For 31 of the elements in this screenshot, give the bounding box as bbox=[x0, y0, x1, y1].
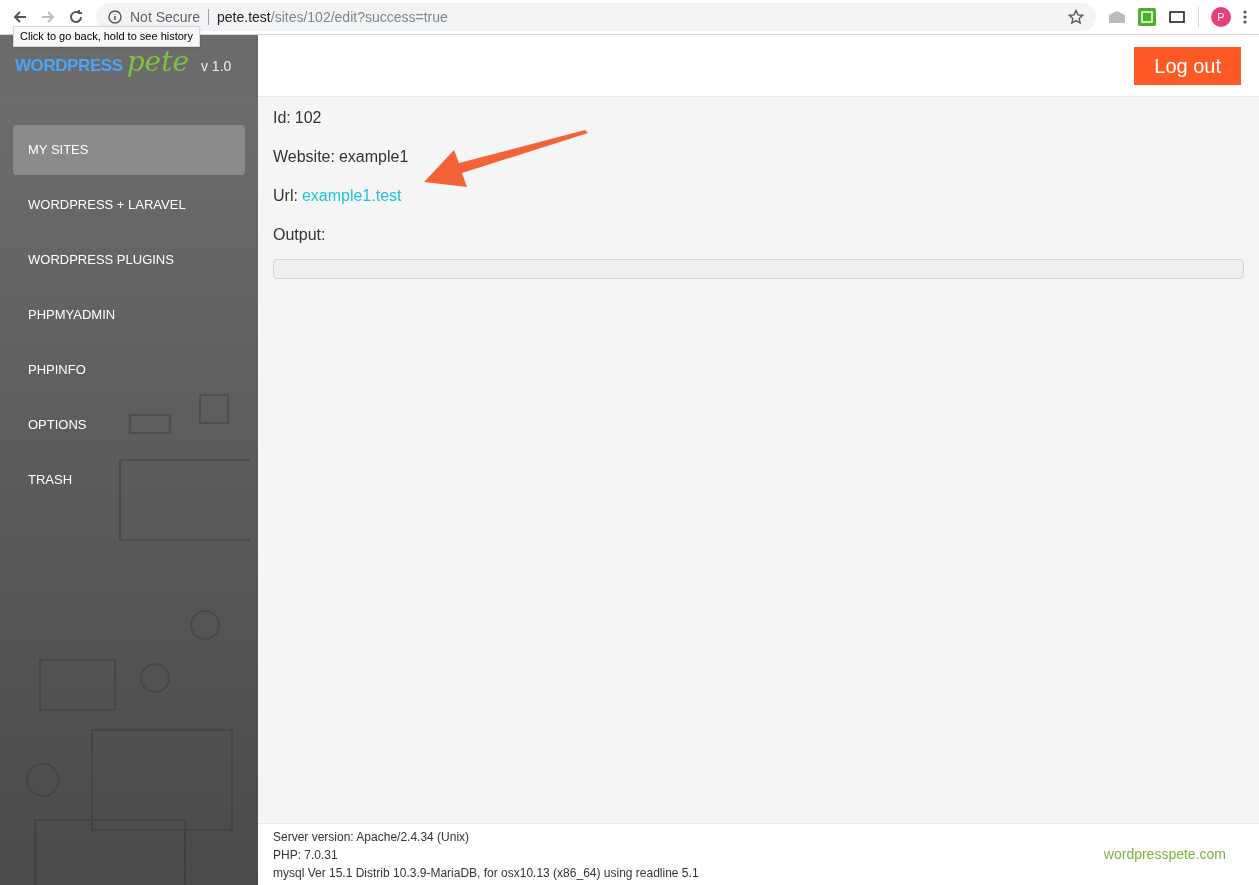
sidebar-item[interactable]: PHPINFO bbox=[13, 345, 245, 395]
sidebar-item[interactable]: MY SITES bbox=[13, 125, 245, 175]
field-label: Url: bbox=[273, 185, 298, 206]
sidebar-item[interactable]: PHPMYADMIN bbox=[13, 290, 245, 340]
sidebar-item[interactable]: WORDPRESS PLUGINS bbox=[13, 235, 245, 285]
security-label: Not Secure bbox=[130, 7, 201, 27]
logo-script: pete bbox=[126, 44, 189, 80]
logout-button[interactable]: Log out bbox=[1134, 46, 1241, 85]
field-value: 102 bbox=[294, 107, 322, 128]
server-info-line: Server version: Apache/2.4.34 (Unix) bbox=[273, 828, 471, 846]
screen-capture-icon[interactable] bbox=[1168, 9, 1186, 25]
menu-icon[interactable] bbox=[1243, 9, 1247, 25]
tooltip: Click to go back, hold to see history bbox=[13, 26, 201, 47]
sidebar-item[interactable]: WORDPRESS + LARAVEL bbox=[13, 180, 245, 230]
url-text[interactable]: pete.test/sites/102/edit?success=true bbox=[217, 6, 448, 28]
field-value: example1 bbox=[338, 146, 409, 167]
reload-icon[interactable] bbox=[68, 9, 84, 25]
field-label: Id: bbox=[273, 107, 291, 128]
address-bar[interactable]: Not Secure pete.test/sites/102/edit?success=true bbox=[96, 3, 1096, 31]
back-icon[interactable] bbox=[12, 9, 28, 25]
sidebar-item[interactable]: OPTIONS bbox=[13, 400, 245, 450]
server-info-line: mysql Ver 15.1 Distrib 10.3.9-MariaDB, for osx10.13 (x86_64) using readline 5.1 bbox=[273, 864, 700, 882]
logo-wordmark: WORDPRESS bbox=[15, 55, 123, 78]
sidebar-item[interactable]: TRASH bbox=[13, 455, 245, 505]
field-label: Website: bbox=[273, 146, 335, 167]
star-icon[interactable] bbox=[1068, 9, 1084, 25]
field-label: Output: bbox=[273, 224, 326, 245]
version-label: v 1.0 bbox=[200, 56, 232, 76]
server-info-line: PHP: 7.0.31 bbox=[273, 846, 339, 864]
profile-avatar[interactable]: P bbox=[1211, 7, 1231, 27]
info-icon[interactable] bbox=[108, 10, 122, 24]
